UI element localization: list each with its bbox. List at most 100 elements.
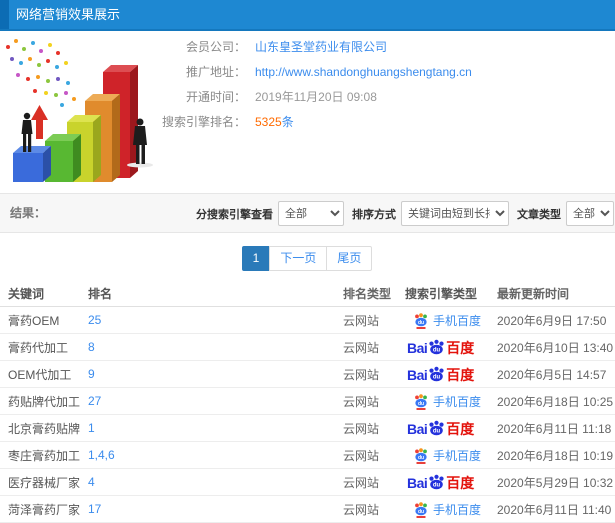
sort-filter-label: 排序方式 <box>352 208 396 221</box>
svg-text:du: du <box>418 509 424 515</box>
table-row: 菏泽膏药厂家 17 云网站 du 手机百度 2020年6月11日 11:40 <box>0 496 615 523</box>
open-time-label: 开通时间： <box>185 90 246 104</box>
rank-link[interactable]: 9 <box>88 367 343 381</box>
header-accent-stripe <box>0 0 9 29</box>
last-page-button[interactable]: 尾页 <box>326 246 373 271</box>
engine-cell: Bai du 百度 <box>405 474 497 490</box>
engine-cell: du 手机百度 <box>405 393 497 410</box>
filter-bar: 结果： 分搜索引擎查看 全部 排序方式 关键词由短到长排序 文章类型 全部 提交 <box>0 193 615 233</box>
updated-cell: 2020年6月11日 11:40 <box>497 502 612 517</box>
keyword-cell: 医疗器械厂家 <box>8 475 81 490</box>
promo-url-label: 推广地址： <box>185 65 246 79</box>
updated-cell: 2020年6月11日 11:18 <box>497 421 612 436</box>
info-row-company: 会员公司： 山东皇圣堂药业有限公司 <box>160 35 472 60</box>
header-rank-type: 排名类型 <box>343 286 392 301</box>
keyword-cell: 膏药代加工 <box>8 340 69 355</box>
rank-link[interactable]: 25 <box>88 313 343 327</box>
table-row: 枣庄膏药加工 1,4,6 云网站 du 手机百度 2020年6月18日 10:1… <box>0 442 615 469</box>
baidu-logo: Bai du 百度 <box>407 474 474 490</box>
svg-text:du: du <box>418 455 424 461</box>
next-page-button[interactable]: 下一页 <box>269 246 328 271</box>
keyword-cell: 菏泽膏药厂家 <box>8 502 81 517</box>
result-label: 结果： <box>10 206 47 220</box>
rank-link[interactable]: 4 <box>88 475 343 489</box>
engine-filter-select[interactable]: 全部 <box>278 201 344 226</box>
baidu-logo-cn: 百度 <box>446 475 475 491</box>
rank-type-cell: 云网站 <box>343 394 380 409</box>
baidu-logo-bai: Bai <box>407 340 428 356</box>
table-header-row: 关键词 排名 排名类型 搜索引擎类型 最新更新时间 <box>0 280 615 307</box>
baidu-paw-icon: du <box>429 366 444 382</box>
sort-filter-select[interactable]: 关键词由短到长排序 <box>401 201 509 226</box>
engine-filter-label: 分搜索引擎查看 <box>196 208 273 221</box>
keyword-cell: 药贴牌代加工 <box>8 394 81 409</box>
updated-cell: 2020年6月18日 10:25 <box>497 394 614 409</box>
svg-text:du: du <box>433 429 441 435</box>
updated-cell: 2020年6月9日 17:50 <box>497 313 607 328</box>
info-row-rank-count: 搜索引擎排名： 5325 条 <box>160 110 472 135</box>
table-body: 膏药OEM 25 云网站 du 手机百度 2020年6月9日 17:50 膏药代… <box>0 307 615 523</box>
baidu-logo-cn: 百度 <box>446 340 475 356</box>
updated-cell: 2020年6月18日 10:19 <box>497 448 614 463</box>
filter-group: 分搜索引擎查看 全部 排序方式 关键词由短到长排序 文章类型 全部 提交 <box>196 201 615 226</box>
promo-url-link[interactable]: http://www.shandonghuangshengtang.cn <box>255 60 472 85</box>
bar-blue <box>13 146 51 182</box>
baidu-paw-icon: du <box>429 474 444 490</box>
header-bar: 网络营销效果展示 <box>0 0 615 31</box>
svg-text:du: du <box>418 401 424 407</box>
rank-link[interactable]: 1 <box>88 421 343 435</box>
baidu-logo-bai: Bai <box>407 475 428 491</box>
rank-type-cell: 云网站 <box>343 313 380 328</box>
page-button-1[interactable]: 1 <box>241 246 271 271</box>
svg-text:du: du <box>418 320 424 326</box>
member-info-panel: 会员公司： 山东皇圣堂药业有限公司 推广地址： http://www.shand… <box>160 35 472 135</box>
baidu-logo: Bai du 百度 <box>407 420 474 436</box>
baidu-paw-icon: du <box>429 339 444 355</box>
rank-count-label: 搜索引擎排名： <box>161 115 246 129</box>
table-row: 北京膏药贴牌 1 云网站 Bai du 百度 2020年6月11日 11:18 <box>0 415 615 442</box>
mobile-baidu-logo: du 手机百度 <box>413 312 481 329</box>
rank-type-cell: 云网站 <box>343 367 380 382</box>
engine-cell: du 手机百度 <box>405 312 497 329</box>
mobile-baidu-label: 手机百度 <box>433 502 482 517</box>
table-row: 药贴牌代加工 27 云网站 du 手机百度 2020年6月18日 10:25 <box>0 388 615 415</box>
pagination: 1 下一页 尾页 <box>0 246 615 271</box>
page-title: 网络营销效果展示 <box>16 7 121 22</box>
rank-count-number: 5325 <box>255 115 282 129</box>
baidu-logo-cn: 百度 <box>446 421 475 437</box>
baidu-logo-cn: 百度 <box>446 367 475 383</box>
rank-link[interactable]: 8 <box>88 340 343 354</box>
rank-type-cell: 云网站 <box>343 502 380 517</box>
baidu-logo-bai: Bai <box>407 367 428 383</box>
engine-cell: du 手机百度 <box>405 447 497 464</box>
results-table: 关键词 排名 排名类型 搜索引擎类型 最新更新时间 膏药OEM 25 云网站 d… <box>0 280 615 523</box>
mobile-baidu-logo: du 手机百度 <box>413 447 481 464</box>
rank-type-cell: 云网站 <box>343 475 380 490</box>
article-type-select[interactable]: 全部 <box>566 201 614 226</box>
header-rank: 排名 <box>88 286 113 301</box>
header-updated: 最新更新时间 <box>497 286 570 301</box>
engine-cell: Bai du 百度 <box>405 339 497 355</box>
baidu-paw-icon: du <box>429 420 444 436</box>
updated-cell: 2020年6月10日 13:40 <box>497 340 614 355</box>
mobile-baidu-label: 手机百度 <box>433 448 482 463</box>
keyword-cell: 膏药OEM <box>8 313 60 328</box>
svg-text:du: du <box>433 483 441 489</box>
table-row: 膏药代加工 8 云网站 Bai du 百度 2020年6月10日 13:40 <box>0 334 615 361</box>
header-keyword: 关键词 <box>8 286 45 301</box>
mobile-baidu-paw-icon: du <box>415 501 427 518</box>
company-link[interactable]: 山东皇圣堂药业有限公司 <box>255 35 387 60</box>
table-row: OEM代加工 9 云网站 Bai du 百度 2020年6月5日 14:57 <box>0 361 615 388</box>
engine-cell: Bai du 百度 <box>405 366 497 382</box>
rank-link[interactable]: 1,4,6 <box>88 448 343 462</box>
updated-cell: 2020年6月5日 14:57 <box>497 367 607 382</box>
mobile-baidu-label: 手机百度 <box>433 313 482 328</box>
keyword-cell: OEM代加工 <box>8 367 72 382</box>
rank-link[interactable]: 27 <box>88 394 343 408</box>
mobile-baidu-paw-icon: du <box>415 447 427 464</box>
keyword-cell: 枣庄膏药加工 <box>8 448 81 463</box>
svg-text:du: du <box>433 348 441 354</box>
rank-count-suffix: 条 <box>281 115 294 129</box>
rank-type-cell: 云网站 <box>343 340 380 355</box>
rank-link[interactable]: 17 <box>88 502 343 516</box>
